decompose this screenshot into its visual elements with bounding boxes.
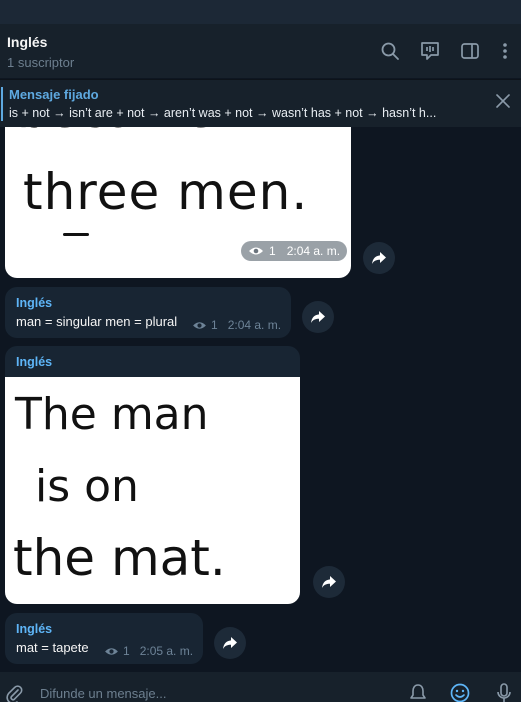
handwriting-line: The man [15, 389, 209, 440]
forward-button[interactable] [302, 301, 334, 333]
forward-button[interactable] [214, 627, 246, 659]
pinned-text: is + not → isn’t are + not → aren’t was … [9, 106, 437, 120]
sender-name[interactable]: Inglés [16, 296, 52, 310]
message-text: man = singular men = plural [16, 314, 178, 329]
message-meta: 1 2:04 a. m. [192, 318, 281, 332]
forward-button[interactable] [313, 566, 345, 598]
message-time: 2:04 a. m. [227, 318, 282, 332]
bell-icon[interactable] [409, 683, 427, 702]
message-input[interactable]: Difunde un mensaje... [40, 686, 166, 701]
pinned-message-bar[interactable]: Mensaje fijado is + not → isn’t are + no… [0, 79, 521, 127]
message-composer: Difunde un mensaje... [0, 672, 521, 702]
more-vertical-icon[interactable] [494, 40, 516, 62]
view-count: 1 [211, 318, 218, 332]
views-icon [193, 321, 206, 329]
message-time: 2:05 a. m. [139, 644, 194, 658]
handwriting-line: is on [35, 461, 139, 512]
message-text: mat = tapete [16, 640, 89, 655]
attach-icon[interactable] [4, 684, 24, 702]
message-meta: 1 2:04 a. m. [241, 241, 348, 261]
channel-subscriber-count: 1 suscriptor [7, 55, 75, 70]
handwriting-line: three men. [23, 163, 309, 221]
message-bubble[interactable]: Inglés The man is on the mat. [5, 346, 300, 604]
message-meta: 1 2:05 a. m. [104, 644, 193, 658]
pinned-label: Mensaje fijado [9, 87, 99, 102]
views-icon [249, 247, 263, 255]
view-count: 1 [123, 644, 130, 658]
sidebar-toggle-icon[interactable] [459, 40, 481, 62]
close-icon[interactable] [495, 93, 511, 109]
handwriting-line: became [17, 127, 215, 139]
message-image[interactable]: The man is on the mat. [5, 377, 300, 604]
message-bubble[interactable]: Inglés mat = tapete 1 2:05 a. m. [5, 613, 203, 664]
channel-title[interactable]: Inglés [7, 34, 47, 50]
sender-name[interactable]: Inglés [16, 622, 52, 636]
forward-arrow-icon [311, 311, 325, 323]
message-bubble[interactable]: Inglés man = singular men = plural 1 2:0… [5, 287, 291, 338]
views-icon [105, 647, 118, 655]
forward-button[interactable] [363, 242, 395, 274]
view-count: 1 [269, 244, 276, 258]
search-icon[interactable] [379, 40, 401, 62]
pinned-indicator [1, 87, 3, 121]
sender-name[interactable]: Inglés [16, 355, 52, 369]
emoji-icon[interactable] [450, 683, 470, 702]
chat-header[interactable]: Inglés 1 suscriptor [0, 24, 521, 78]
window-top-bar [0, 0, 521, 24]
forward-arrow-icon [223, 637, 237, 649]
forward-arrow-icon [372, 252, 386, 264]
message-list[interactable]: became three men. 1 2:04 a. m. Inglés ma… [0, 127, 521, 672]
forward-arrow-icon [322, 576, 336, 588]
message-image[interactable]: became three men. 1 2:04 a. m. [5, 127, 351, 278]
microphone-icon[interactable] [496, 683, 512, 702]
handwriting-underline [63, 233, 89, 236]
handwriting-line: the mat. [13, 529, 226, 587]
live-stream-icon[interactable] [419, 40, 441, 62]
message-time: 2:04 a. m. [286, 244, 341, 258]
